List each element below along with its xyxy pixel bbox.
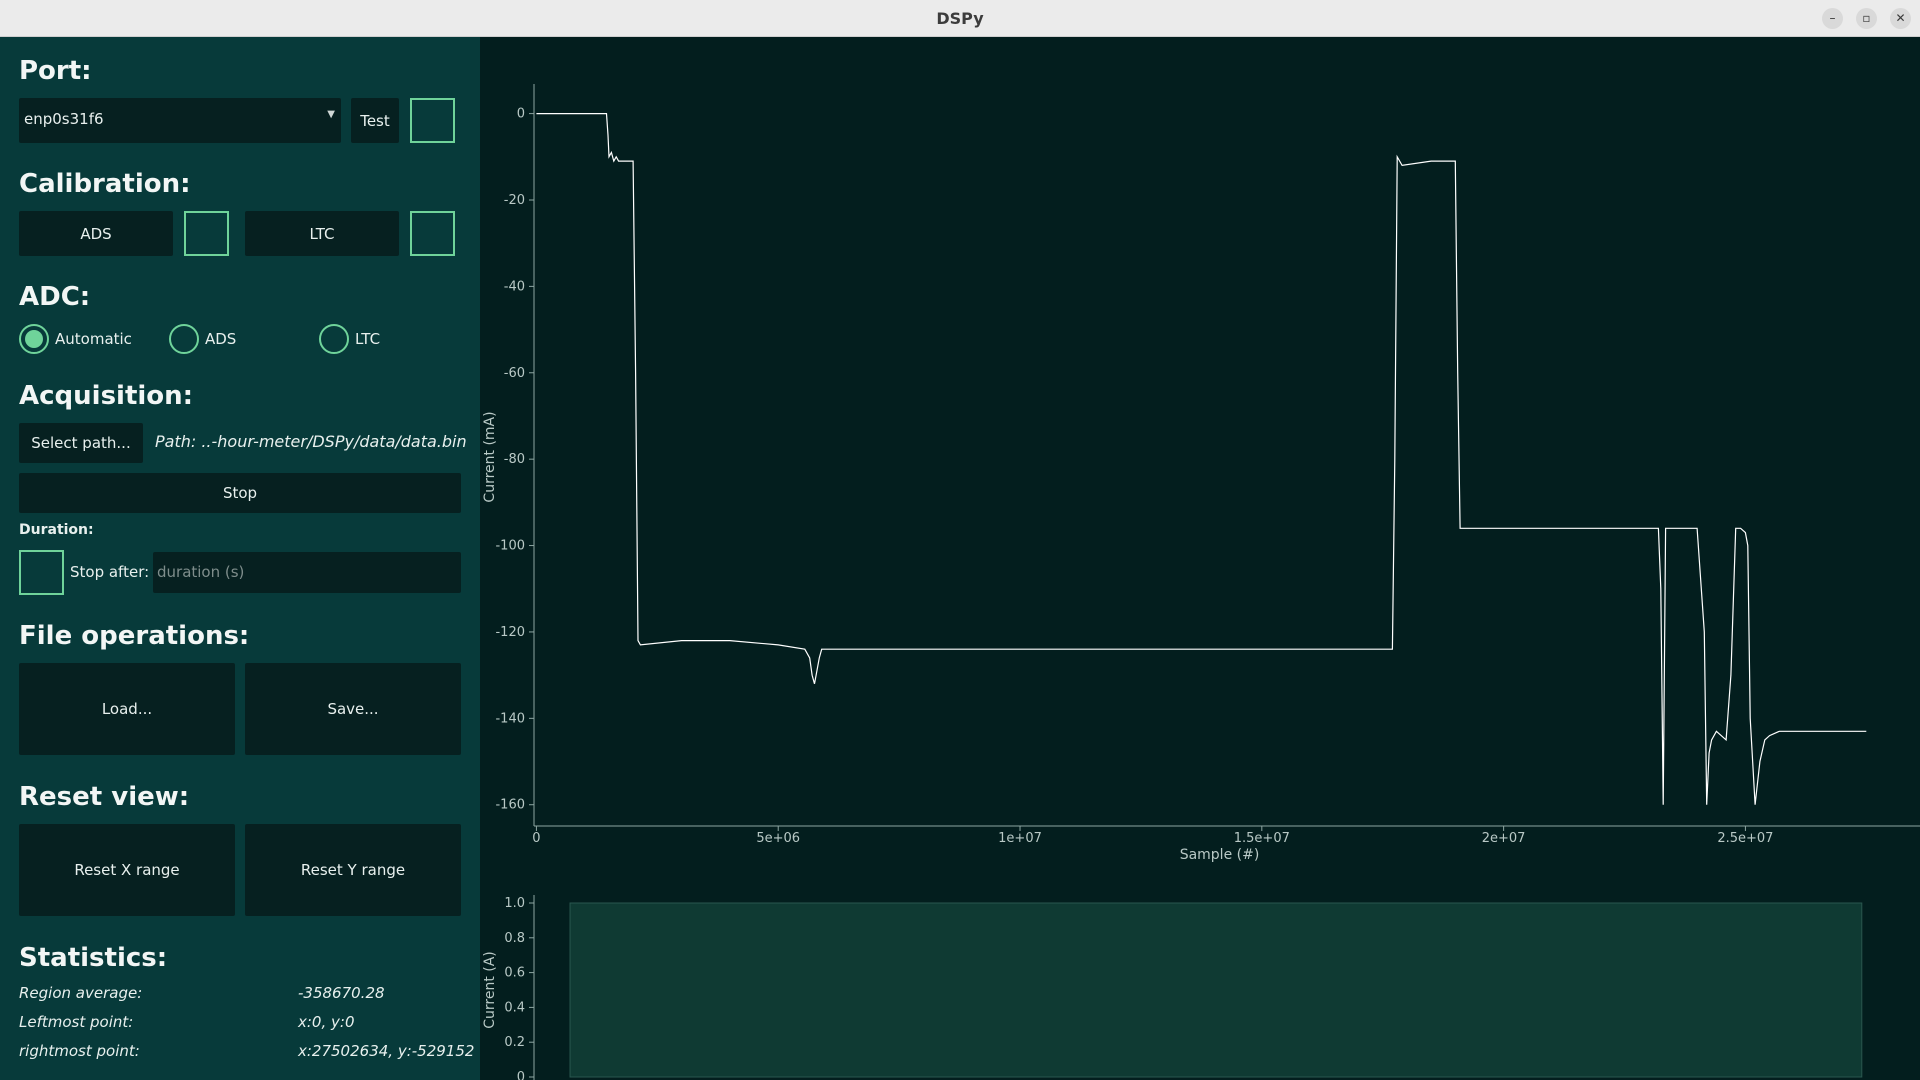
duration-input[interactable]: duration (s) <box>153 552 461 593</box>
adc-option-label: Automatic <box>55 330 132 348</box>
port-select[interactable]: enp0s31f6 ▼ <box>19 98 341 143</box>
calibrate-ltc-button[interactable]: LTC <box>245 211 399 256</box>
reset-view-heading: Reset view: <box>19 782 190 812</box>
calibration-heading: Calibration: <box>19 169 191 199</box>
overview-plot[interactable]: 00.20.40.60.81.005001000150020002500Samp… <box>480 867 1920 1080</box>
title-bar: DSPy – ▫ ✕ <box>0 0 1920 37</box>
port-heading: Port: <box>19 56 92 86</box>
y-tick-label: 0 <box>517 107 525 122</box>
test-port-button[interactable]: Test <box>351 98 399 143</box>
y-tick-label: -60 <box>504 366 525 381</box>
y-tick-label: 0 <box>517 1070 525 1080</box>
acquisition-heading: Acquisition: <box>19 381 194 411</box>
y-tick-label: -140 <box>495 711 525 726</box>
chevron-down-icon: ▼ <box>327 109 335 120</box>
y-tick-label: -80 <box>504 452 525 467</box>
adc-radio-automatic[interactable] <box>19 324 49 354</box>
window-title: DSPy <box>936 9 984 28</box>
y-tick-label: -100 <box>495 539 525 554</box>
reset-y-range-button[interactable]: Reset Y range <box>245 824 461 916</box>
adc-radio-ads[interactable] <box>169 324 199 354</box>
x-tick-label: 5e+06 <box>756 831 800 846</box>
save-button[interactable]: Save... <box>245 663 461 755</box>
y-tick-label: 0.8 <box>504 931 525 946</box>
stop-after-checkbox[interactable] <box>19 550 64 595</box>
path-text: Path: ..-hour-meter/DSPy/data/data.bin <box>155 432 467 451</box>
x-tick-label: 1.5e+07 <box>1234 831 1290 846</box>
y-tick-label: 0.2 <box>504 1035 525 1050</box>
select-path-button[interactable]: Select path... <box>19 423 143 463</box>
control-sidebar: Port: enp0s31f6 ▼ Test Calibration: ADS … <box>0 37 480 1080</box>
x-tick-label: 2.5e+07 <box>1717 831 1773 846</box>
port-select-value: enp0s31f6 <box>24 110 104 128</box>
stop-button[interactable]: Stop <box>19 473 461 513</box>
stat-value: x:27502634, y:-529152 <box>298 1042 475 1060</box>
current-trace <box>536 112 1867 805</box>
y-tick-label: -160 <box>495 798 525 813</box>
y-axis-label: Current (A) <box>482 951 498 1029</box>
statistics-heading: Statistics: <box>19 943 168 973</box>
port-status-indicator <box>410 98 455 143</box>
selection-region <box>569 902 1863 1078</box>
adc-radio-ltc[interactable] <box>319 324 349 354</box>
load-button[interactable]: Load... <box>19 663 235 755</box>
y-tick-label: -120 <box>495 625 525 640</box>
x-tick-label: 0 <box>532 831 540 846</box>
y-tick-label: 0.4 <box>504 1000 525 1015</box>
y-tick-label: 0.6 <box>504 966 525 981</box>
file-operations-heading: File operations: <box>19 621 250 651</box>
minimize-icon[interactable]: – <box>1822 8 1843 29</box>
ads-calibration-indicator <box>184 211 229 256</box>
x-tick-label: 2e+07 <box>1482 831 1526 846</box>
maximize-icon[interactable]: ▫ <box>1856 8 1877 29</box>
y-tick-label: 1.0 <box>504 896 525 911</box>
reset-x-range-button[interactable]: Reset X range <box>19 824 235 916</box>
y-tick-label: -40 <box>504 279 525 294</box>
calibrate-ads-button[interactable]: ADS <box>19 211 173 256</box>
current-plot[interactable]: 0 -20 -40 -60 -80 -100 -120 -140 -160 0 5e+06 1e+07… <box>480 37 1920 867</box>
close-icon[interactable]: ✕ <box>1890 8 1911 29</box>
ltc-calibration-indicator <box>410 211 455 256</box>
stat-value: -358670.28 <box>298 984 385 1002</box>
duration-heading: Duration: <box>19 522 94 538</box>
stat-label: Leftmost point: <box>19 1013 134 1031</box>
plot-area: 0 -20 -40 -60 -80 -100 -120 -140 -160 0 5e+06 1e+07… <box>480 37 1920 1080</box>
y-tick-label: -20 <box>504 193 525 208</box>
stat-value: x:0, y:0 <box>298 1013 355 1031</box>
stop-after-label: Stop after: <box>70 563 150 581</box>
duration-placeholder: duration (s) <box>157 563 245 581</box>
stat-label: rightmost point: <box>19 1042 140 1060</box>
x-tick-label: 1e+07 <box>998 831 1042 846</box>
y-axis-label: Current (mA) <box>482 411 498 502</box>
adc-heading: ADC: <box>19 282 91 312</box>
adc-option-label: LTC <box>355 330 381 348</box>
adc-option-label: ADS <box>205 330 237 348</box>
x-axis-label: Sample (#) <box>1180 847 1260 863</box>
stat-label: Region average: <box>19 984 143 1002</box>
